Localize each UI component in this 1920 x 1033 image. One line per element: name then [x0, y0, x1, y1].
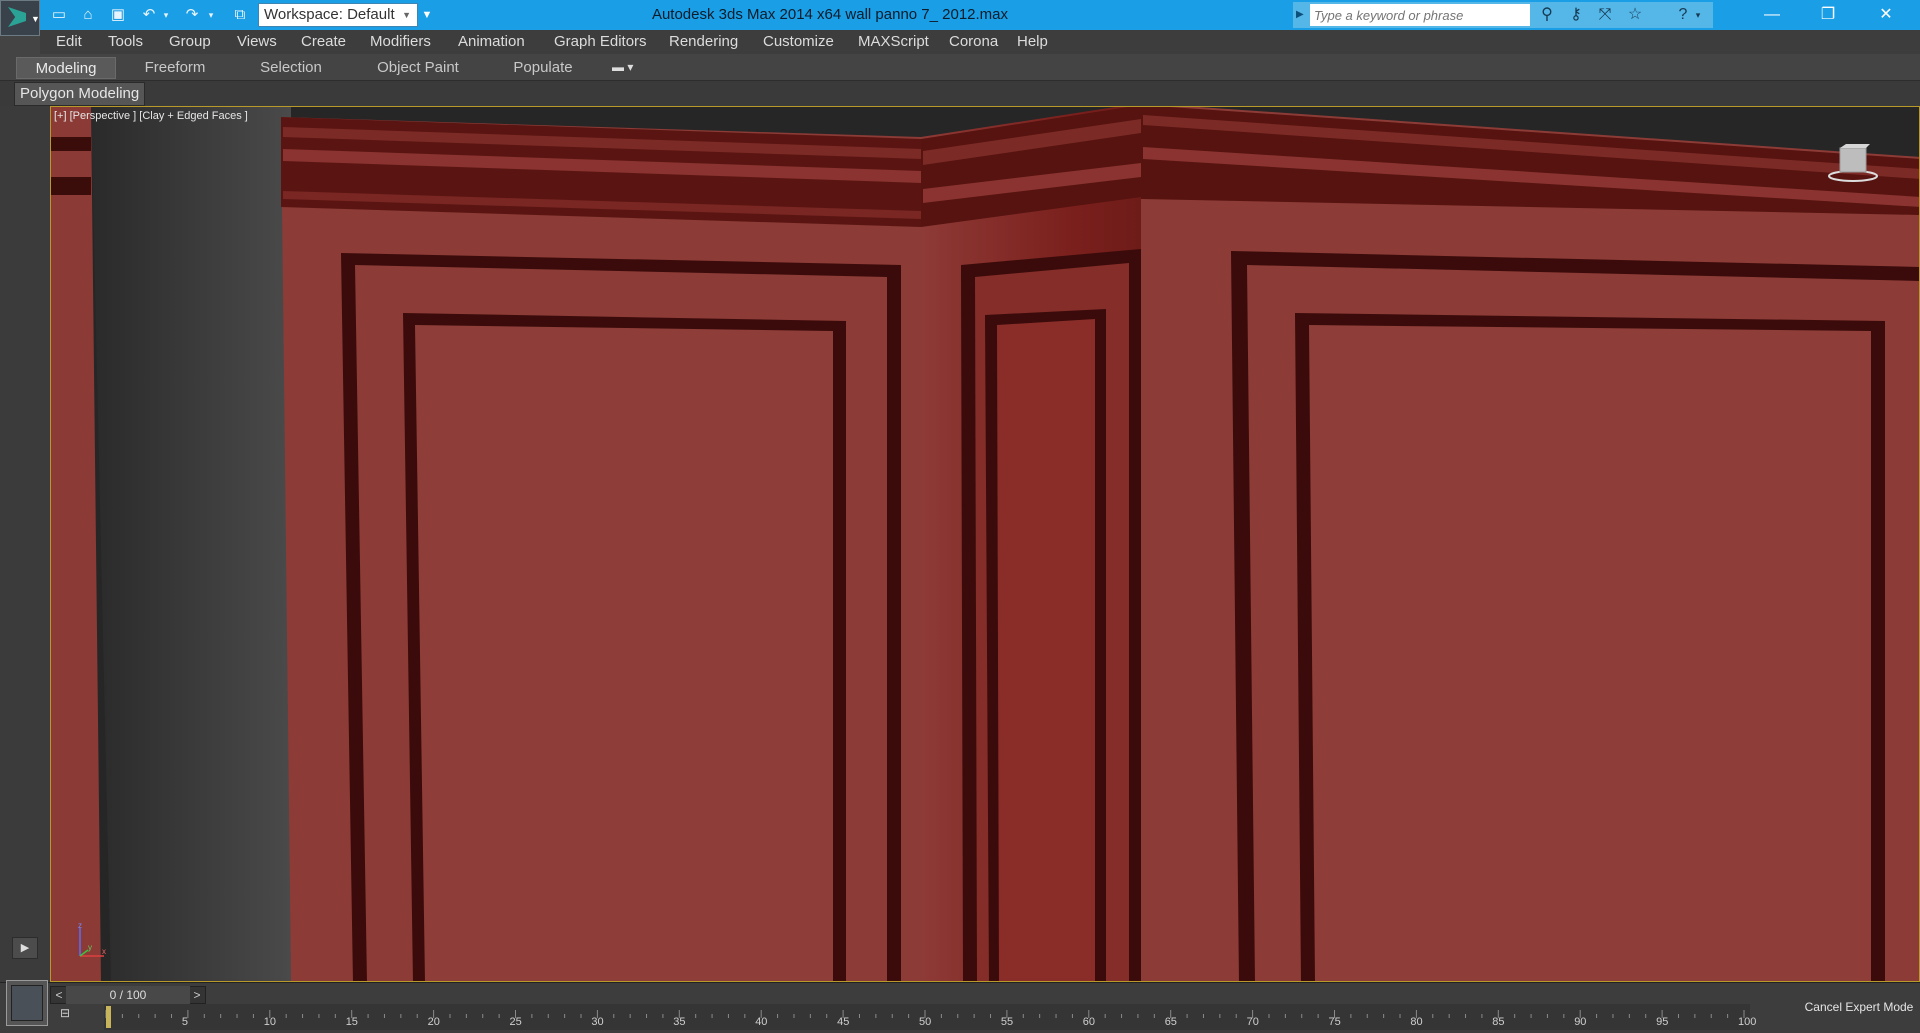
viewport-scene	[51, 107, 1919, 981]
menu-edit[interactable]: Edit	[56, 30, 82, 54]
menu-corona[interactable]: Corona	[949, 30, 998, 54]
menu-modifiers[interactable]: Modifiers	[370, 30, 431, 54]
close-button[interactable]: ✕	[1858, 0, 1914, 30]
track-tick-label: 55	[1000, 1016, 1014, 1028]
favorites-star-icon[interactable]: ☆	[1624, 4, 1646, 26]
minimize-button[interactable]: —	[1744, 0, 1800, 30]
time-slider-next-button[interactable]: >	[190, 986, 204, 1004]
track-tick-label: 60	[1082, 1016, 1096, 1028]
save-icon[interactable]: ▣	[108, 5, 128, 25]
tab-selection[interactable]: Selection	[246, 57, 336, 79]
viewport-label[interactable]: [+] [Perspective ] [Clay + Edged Faces ]	[54, 110, 248, 122]
time-slider-value[interactable]: 0 / 100	[66, 986, 190, 1004]
track-tick-label: 75	[1328, 1016, 1341, 1028]
workspace-select-label: Workspace: Default	[264, 6, 395, 23]
tab-populate[interactable]: Populate	[498, 57, 588, 79]
left-toolbar	[0, 106, 51, 986]
cancel-expert-mode-button[interactable]: Cancel Expert Mode	[1800, 992, 1918, 1022]
track-tick-label: 50	[919, 1016, 932, 1028]
track-tick-label: 70	[1246, 1016, 1259, 1028]
redo-icon[interactable]: ↷	[182, 5, 202, 25]
time-slider-prev-button[interactable]: <	[52, 986, 66, 1004]
expand-arrow-icon[interactable]: ▶	[1296, 6, 1306, 24]
expand-panel-button[interactable]: ▶	[12, 937, 38, 959]
menu-maxscript[interactable]: MAXScript	[858, 30, 929, 54]
project-folder-icon[interactable]: ⧉	[230, 5, 250, 25]
tab-modeling[interactable]: Modeling	[16, 57, 116, 79]
axis-tripod-icon: z y x	[78, 921, 106, 957]
menu-tools[interactable]: Tools	[108, 30, 143, 54]
track-tick-label: 25	[509, 1016, 522, 1028]
chevron-down-icon[interactable]: ▾	[1692, 4, 1704, 26]
exchange-icon[interactable]: ⤧	[1594, 4, 1616, 26]
polygon-modeling-panel[interactable]: Polygon Modeling	[14, 82, 146, 106]
time-cursor[interactable]	[106, 1006, 111, 1028]
track-tick-label: 15	[345, 1016, 358, 1028]
track-tick-label: 5	[181, 1016, 189, 1028]
axis-y-label: y	[88, 943, 92, 952]
viewcube-icon[interactable]	[1826, 142, 1880, 184]
app-logo-icon	[8, 7, 26, 27]
menu-group[interactable]: Group	[169, 30, 211, 54]
perspective-viewport[interactable]	[50, 106, 1920, 982]
tab-freeform[interactable]: Freeform	[130, 57, 220, 79]
help-icon[interactable]: ?	[1672, 4, 1694, 26]
track-tick-label: 45	[837, 1016, 850, 1028]
track-tick-label: 40	[755, 1016, 768, 1028]
ribbon-options-icon[interactable]: ▬ ▾	[612, 60, 642, 76]
track-tick-label: 20	[427, 1016, 440, 1028]
track-tick-label: 95	[1656, 1016, 1669, 1028]
restore-button[interactable]: ❐	[1800, 0, 1856, 30]
new-file-icon[interactable]: ▭	[49, 5, 69, 25]
ribbon-panel-row	[0, 81, 1920, 106]
track-tick-label: 90	[1574, 1016, 1587, 1028]
track-tick-label: 65	[1164, 1016, 1177, 1028]
track-tick-label: 30	[591, 1016, 604, 1028]
axis-z-label: z	[78, 921, 82, 930]
menu-graph-editors[interactable]: Graph Editors	[554, 30, 647, 54]
track-tick-label: 35	[673, 1016, 686, 1028]
workspace-select[interactable]: Workspace: Default ▼	[258, 3, 418, 27]
menu-views[interactable]: Views	[237, 30, 277, 54]
menu-customize[interactable]: Customize	[763, 30, 834, 54]
menu-help[interactable]: Help	[1017, 30, 1048, 54]
chevron-down-icon: ▼	[402, 10, 411, 20]
chevron-down-icon: ▼	[31, 14, 40, 24]
redo-dropdown-icon[interactable]: ▾	[205, 5, 217, 25]
axis-x-label: x	[102, 947, 106, 956]
menu-rendering[interactable]: Rendering	[669, 30, 738, 54]
application-menu-button[interactable]: ▼	[0, 0, 40, 36]
menu-animation[interactable]: Animation	[458, 30, 525, 54]
customize-toolbar-icon[interactable]: ▼	[420, 5, 434, 25]
track-tick-label: 80	[1410, 1016, 1423, 1028]
track-tick-label: 85	[1492, 1016, 1505, 1028]
menu-create[interactable]: Create	[301, 30, 346, 54]
search-input[interactable]	[1310, 4, 1530, 26]
undo-icon[interactable]: ↶	[139, 5, 159, 25]
key-icon[interactable]: ⚷	[1565, 4, 1587, 26]
open-file-icon[interactable]: ⌂	[78, 5, 98, 25]
binoculars-icon[interactable]: ⚲	[1536, 4, 1558, 26]
track-tick-label: 100	[1738, 1016, 1757, 1028]
window-title: Autodesk 3ds Max 2014 x64 wall panno 7_ …	[651, 6, 1009, 23]
undo-dropdown-icon[interactable]: ▾	[160, 5, 172, 25]
curve-editor-icon[interactable]: ⊟	[60, 1006, 82, 1026]
tab-object-paint[interactable]: Object Paint	[368, 57, 468, 79]
mini-listener[interactable]	[6, 980, 48, 1026]
track-tick-label: 10	[263, 1016, 277, 1028]
